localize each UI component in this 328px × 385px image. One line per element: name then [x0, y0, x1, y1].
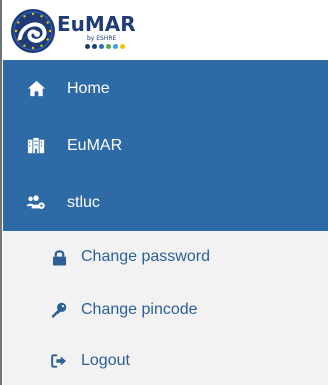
- logo-dot: [92, 43, 97, 49]
- submenu-item-label: Logout: [81, 351, 130, 369]
- users-gear-icon: [26, 193, 46, 213]
- logo-text: EuMAR by ESHRE: [57, 14, 136, 49]
- nav-item-stluc[interactable]: stluc: [3, 174, 328, 231]
- submenu-item-label: Change password: [81, 248, 210, 265]
- main-nav: Home EuMAR stluc: [3, 60, 328, 231]
- logo-dot: [85, 43, 90, 49]
- brand-header: EuMAR by ESHRE: [3, 0, 328, 60]
- logo-dots: [85, 43, 125, 49]
- nav-item-home[interactable]: Home: [3, 60, 328, 117]
- account-submenu: Change password Change pincode Logout: [3, 231, 328, 385]
- nav-item-eumar[interactable]: EuMAR: [3, 117, 328, 174]
- key-icon: [50, 301, 68, 319]
- eumar-logo[interactable]: EuMAR by ESHRE: [10, 8, 148, 54]
- nav-item-label: stluc: [67, 193, 100, 211]
- submenu-item-change-password[interactable]: Change password: [3, 231, 328, 283]
- submenu-item-label: Change pincode: [81, 300, 198, 318]
- window-edge: [0, 0, 2, 385]
- logo-wordmark: EuMAR: [57, 11, 136, 36]
- nav-item-label: EuMAR: [67, 136, 123, 154]
- lock-icon: [50, 248, 68, 266]
- eumar-logo-mark-icon: [11, 9, 55, 53]
- building-icon: [26, 136, 46, 156]
- logo-dot: [106, 43, 111, 49]
- submenu-item-logout[interactable]: Logout: [3, 336, 328, 385]
- logo-dot: [113, 43, 118, 49]
- submenu-item-change-pincode[interactable]: Change pincode: [3, 283, 328, 336]
- nav-item-label: Home: [67, 79, 110, 97]
- logo-dot: [120, 43, 125, 49]
- logout-icon: [50, 352, 68, 370]
- logo-tagline: by ESHRE: [87, 34, 117, 42]
- logo-dot: [99, 43, 104, 49]
- home-icon: [26, 79, 46, 99]
